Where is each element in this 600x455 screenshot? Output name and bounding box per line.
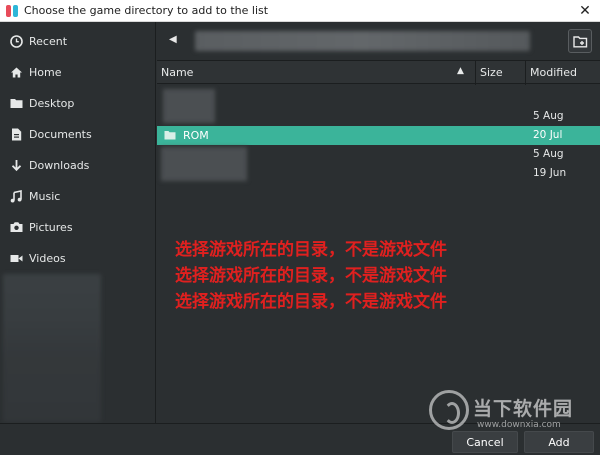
sidebar-item-pictures[interactable]: Pictures xyxy=(0,214,155,240)
sidebar-item-label: Pictures xyxy=(29,220,73,234)
sidebar-item-label: Downloads xyxy=(29,158,90,172)
sidebar-item-music[interactable]: Music xyxy=(0,183,155,209)
file-modified: 19 Jun xyxy=(533,167,567,179)
sidebar-item-label: Documents xyxy=(29,127,92,141)
sidebar-item-documents[interactable]: Documents xyxy=(0,121,155,147)
column-divider[interactable] xyxy=(525,61,526,85)
redacted-path xyxy=(195,31,530,51)
sidebar-item-home[interactable]: Home xyxy=(0,59,155,85)
sidebar-item-desktop[interactable]: Desktop xyxy=(0,90,155,116)
window-title: Choose the game directory to add to the … xyxy=(24,4,269,17)
sidebar-item-recent[interactable]: Recent xyxy=(0,28,155,54)
file-name: ROM xyxy=(183,129,209,142)
file-modified: 20 Jul xyxy=(533,129,563,141)
camera-icon xyxy=(9,220,23,234)
watermark-brand: 当下软件园 xyxy=(473,398,574,420)
file-row[interactable]: 5 Aug xyxy=(157,145,600,181)
clock-icon xyxy=(9,34,23,48)
new-folder-button[interactable] xyxy=(568,29,592,53)
column-name[interactable]: Name xyxy=(161,66,193,79)
download-arrow-icon xyxy=(9,158,23,172)
folder-icon xyxy=(9,96,23,110)
sidebar-item-downloads[interactable]: Downloads xyxy=(0,152,155,178)
file-modified: 5 Aug xyxy=(533,148,564,160)
column-divider[interactable] xyxy=(475,61,476,85)
annotation-line: 选择游戏所在的目录，不是游戏文件 xyxy=(175,240,447,260)
back-button[interactable]: ◀ xyxy=(169,34,179,48)
sidebar-item-label: Music xyxy=(29,189,61,203)
new-folder-icon xyxy=(572,35,587,47)
column-modified[interactable]: Modified xyxy=(530,66,577,79)
redacted-filename xyxy=(163,89,215,123)
document-icon xyxy=(9,127,23,141)
sidebar-item-label: Desktop xyxy=(29,96,75,110)
watermark-url: www.downxia.com xyxy=(477,420,561,430)
file-row[interactable]: 19 Jun xyxy=(157,164,600,183)
path-bar: ◀ xyxy=(157,22,600,60)
app-logo-icon xyxy=(6,5,18,17)
annotation-line: 选择游戏所在的目录，不是游戏文件 xyxy=(175,292,447,312)
video-icon xyxy=(9,251,23,265)
annotation-line: 选择游戏所在的目录，不是游戏文件 xyxy=(175,266,447,286)
file-row[interactable]: 5 Aug xyxy=(157,89,600,126)
sidebar: Recent Home Desktop Documents Downloads xyxy=(0,22,156,423)
sidebar-item-label: Recent xyxy=(29,34,68,48)
sort-ascending-icon[interactable]: ▲ xyxy=(457,66,464,76)
watermark-logo-icon xyxy=(429,390,469,430)
home-icon xyxy=(9,65,23,79)
instruction-annotation: 选择游戏所在的目录，不是游戏文件 选择游戏所在的目录，不是游戏文件 选择游戏所在… xyxy=(175,237,447,315)
folder-icon xyxy=(164,131,176,140)
music-note-icon xyxy=(9,189,23,203)
sidebar-item-label: Home xyxy=(29,65,62,79)
sidebar-item-videos[interactable]: Videos xyxy=(0,245,155,271)
title-bar: Choose the game directory to add to the … xyxy=(0,0,600,22)
sidebar-item-label: Videos xyxy=(29,251,66,265)
file-modified: 5 Aug xyxy=(533,110,564,122)
redacted-bookmarks xyxy=(3,274,101,422)
file-list-header: Name ▲ Size Modified xyxy=(157,60,600,85)
watermark: 当下软件园 www.downxia.com xyxy=(429,390,599,436)
file-row-selected[interactable]: ROM 20 Jul xyxy=(157,126,600,145)
close-button[interactable]: ✕ xyxy=(576,2,594,20)
column-size[interactable]: Size xyxy=(480,66,503,79)
